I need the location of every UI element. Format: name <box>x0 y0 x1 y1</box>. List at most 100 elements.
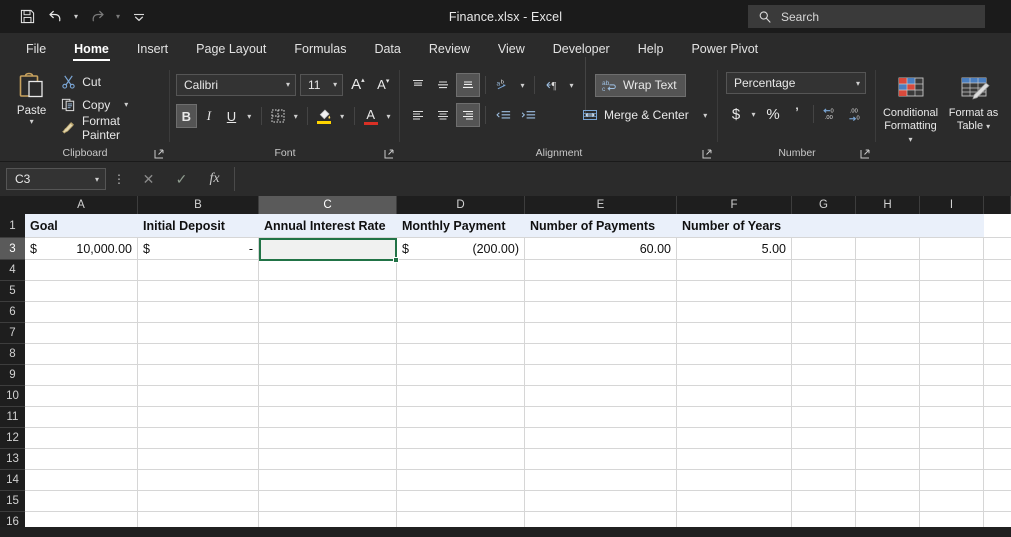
font-color-button[interactable]: A <box>360 104 381 128</box>
row-header-6[interactable]: 6 <box>0 302 25 323</box>
column-header-h[interactable]: H <box>856 196 920 214</box>
formula-input[interactable] <box>234 167 1011 191</box>
row-header-7[interactable]: 7 <box>0 323 25 344</box>
row-header-13[interactable]: 13 <box>0 449 25 470</box>
undo-icon[interactable] <box>42 5 68 29</box>
row-header-10[interactable]: 10 <box>0 386 25 407</box>
tab-view[interactable]: View <box>484 33 539 64</box>
conditional-formatting-button[interactable]: Conditional Formatting ▾ <box>882 74 939 162</box>
text-direction-button[interactable]: ¶ <box>540 73 564 97</box>
save-icon[interactable] <box>14 5 40 29</box>
search-input[interactable]: Search <box>748 5 985 28</box>
cut-button[interactable]: Cut <box>57 71 164 92</box>
name-box[interactable]: C3 ▾ <box>6 168 106 190</box>
column-header-i[interactable]: I <box>920 196 984 214</box>
cell-f1[interactable]: Number of Years <box>677 214 792 237</box>
decrease-decimal-button[interactable]: .00 0 <box>844 102 868 126</box>
column-header-j[interactable] <box>984 196 1011 214</box>
borders-dropdown-icon[interactable]: ▾ <box>290 104 301 128</box>
merge-center-button[interactable]: Merge & Center <box>576 104 698 127</box>
enter-icon[interactable]: ✓ <box>165 167 198 191</box>
row-header-1[interactable]: 1 <box>0 214 25 238</box>
cell-i1[interactable] <box>920 214 984 237</box>
column-header-d[interactable]: D <box>397 196 525 214</box>
tab-power-pivot[interactable]: Power Pivot <box>677 33 772 64</box>
cell-d3[interactable]: $ (200.00) <box>397 238 524 259</box>
text-direction-dropdown-icon[interactable]: ▾ <box>565 73 578 97</box>
row-header-15[interactable]: 15 <box>0 491 25 512</box>
tab-help[interactable]: Help <box>624 33 678 64</box>
column-header-a[interactable]: A <box>25 196 138 214</box>
cell-c3[interactable] <box>259 238 396 259</box>
number-dialog-launcher-icon[interactable] <box>860 149 870 159</box>
cell-d1[interactable]: Monthly Payment <box>397 214 525 237</box>
align-left-button[interactable] <box>406 103 430 127</box>
tab-formulas[interactable]: Formulas <box>280 33 360 64</box>
tab-developer[interactable]: Developer <box>539 33 624 64</box>
clipboard-dialog-launcher-icon[interactable] <box>154 149 164 159</box>
cell-c1[interactable]: Annual Interest Rate <box>259 214 397 237</box>
accounting-format-button[interactable]: $ <box>726 102 746 126</box>
cancel-icon[interactable]: ✕ <box>132 167 165 191</box>
row-header-8[interactable]: 8 <box>0 344 25 365</box>
tab-home[interactable]: Home <box>60 33 123 64</box>
tab-page-layout[interactable]: Page Layout <box>182 33 280 64</box>
row-header-3[interactable]: 3 <box>0 238 25 260</box>
fill-color-dropdown-icon[interactable]: ▾ <box>337 104 348 128</box>
redo-dropdown-icon[interactable]: ▾ <box>112 5 124 29</box>
merge-center-dropdown-icon[interactable]: ▾ <box>699 103 712 127</box>
font-dialog-launcher-icon[interactable] <box>384 149 394 159</box>
increase-font-size-button[interactable]: A ▴ <box>347 73 368 97</box>
font-name-combo[interactable]: Calibri ▾ <box>176 73 296 96</box>
row-header-4[interactable]: 4 <box>0 260 25 281</box>
customize-qat-icon[interactable] <box>126 5 152 29</box>
cell-g1[interactable] <box>792 214 856 237</box>
orientation-button[interactable]: ab <box>491 73 515 97</box>
accounting-format-dropdown-icon[interactable]: ▾ <box>747 102 760 126</box>
tab-file[interactable]: File <box>12 33 60 64</box>
fill-color-button[interactable] <box>314 104 335 128</box>
row-header-5[interactable]: 5 <box>0 281 25 302</box>
increase-indent-button[interactable] <box>516 103 540 127</box>
cell-f3[interactable]: 5.00 <box>677 238 791 259</box>
italic-button[interactable]: I <box>199 104 220 128</box>
row-header-16[interactable]: 16 <box>0 512 25 527</box>
align-top-button[interactable] <box>406 73 430 97</box>
fx-icon[interactable]: fx <box>198 167 231 191</box>
chevron-down-icon[interactable]: ▾ <box>986 122 990 131</box>
cell-b3[interactable]: $ - <box>138 238 258 259</box>
column-header-e[interactable]: E <box>525 196 677 214</box>
underline-button[interactable]: U <box>221 104 242 128</box>
percent-style-button[interactable]: % <box>761 102 785 126</box>
format-as-table-button[interactable]: Format as Table ▾ <box>945 74 1002 162</box>
cell-a3[interactable]: $ 10,000.00 <box>25 238 137 259</box>
column-header-g[interactable]: G <box>792 196 856 214</box>
format-painter-button[interactable]: Format Painter <box>57 114 164 142</box>
column-header-f[interactable]: F <box>677 196 792 214</box>
increase-decimal-button[interactable]: 0.00 <box>819 102 843 126</box>
align-bottom-button[interactable] <box>456 73 480 97</box>
row-header-14[interactable]: 14 <box>0 470 25 491</box>
align-center-button[interactable] <box>431 103 455 127</box>
comma-style-button[interactable]: ’ <box>786 102 808 126</box>
cell-e3[interactable]: 60.00 <box>525 238 676 259</box>
copy-dropdown-icon[interactable]: ▾ <box>124 100 128 109</box>
cell-e1[interactable]: Number of Payments <box>525 214 677 237</box>
row-header-11[interactable]: 11 <box>0 407 25 428</box>
cell-b1[interactable]: Initial Deposit <box>138 214 259 237</box>
align-middle-button[interactable] <box>431 73 455 97</box>
decrease-indent-button[interactable] <box>491 103 515 127</box>
tab-insert[interactable]: Insert <box>123 33 182 64</box>
number-format-combo[interactable]: Percentage ▾ <box>726 72 866 94</box>
cell-a1[interactable]: Goal <box>25 214 138 237</box>
alignment-dialog-launcher-icon[interactable] <box>702 149 712 159</box>
row-header-12[interactable]: 12 <box>0 428 25 449</box>
paste-dropdown-icon[interactable]: ▾ <box>30 118 34 126</box>
redo-icon[interactable] <box>84 5 110 29</box>
cell-h1[interactable] <box>856 214 920 237</box>
column-header-b[interactable]: B <box>138 196 259 214</box>
decrease-font-size-button[interactable]: A ▾ <box>373 73 394 97</box>
undo-dropdown-icon[interactable]: ▾ <box>70 5 82 29</box>
wrap-text-button[interactable]: ab c Wrap Text <box>595 73 686 97</box>
borders-button[interactable] <box>268 104 289 128</box>
